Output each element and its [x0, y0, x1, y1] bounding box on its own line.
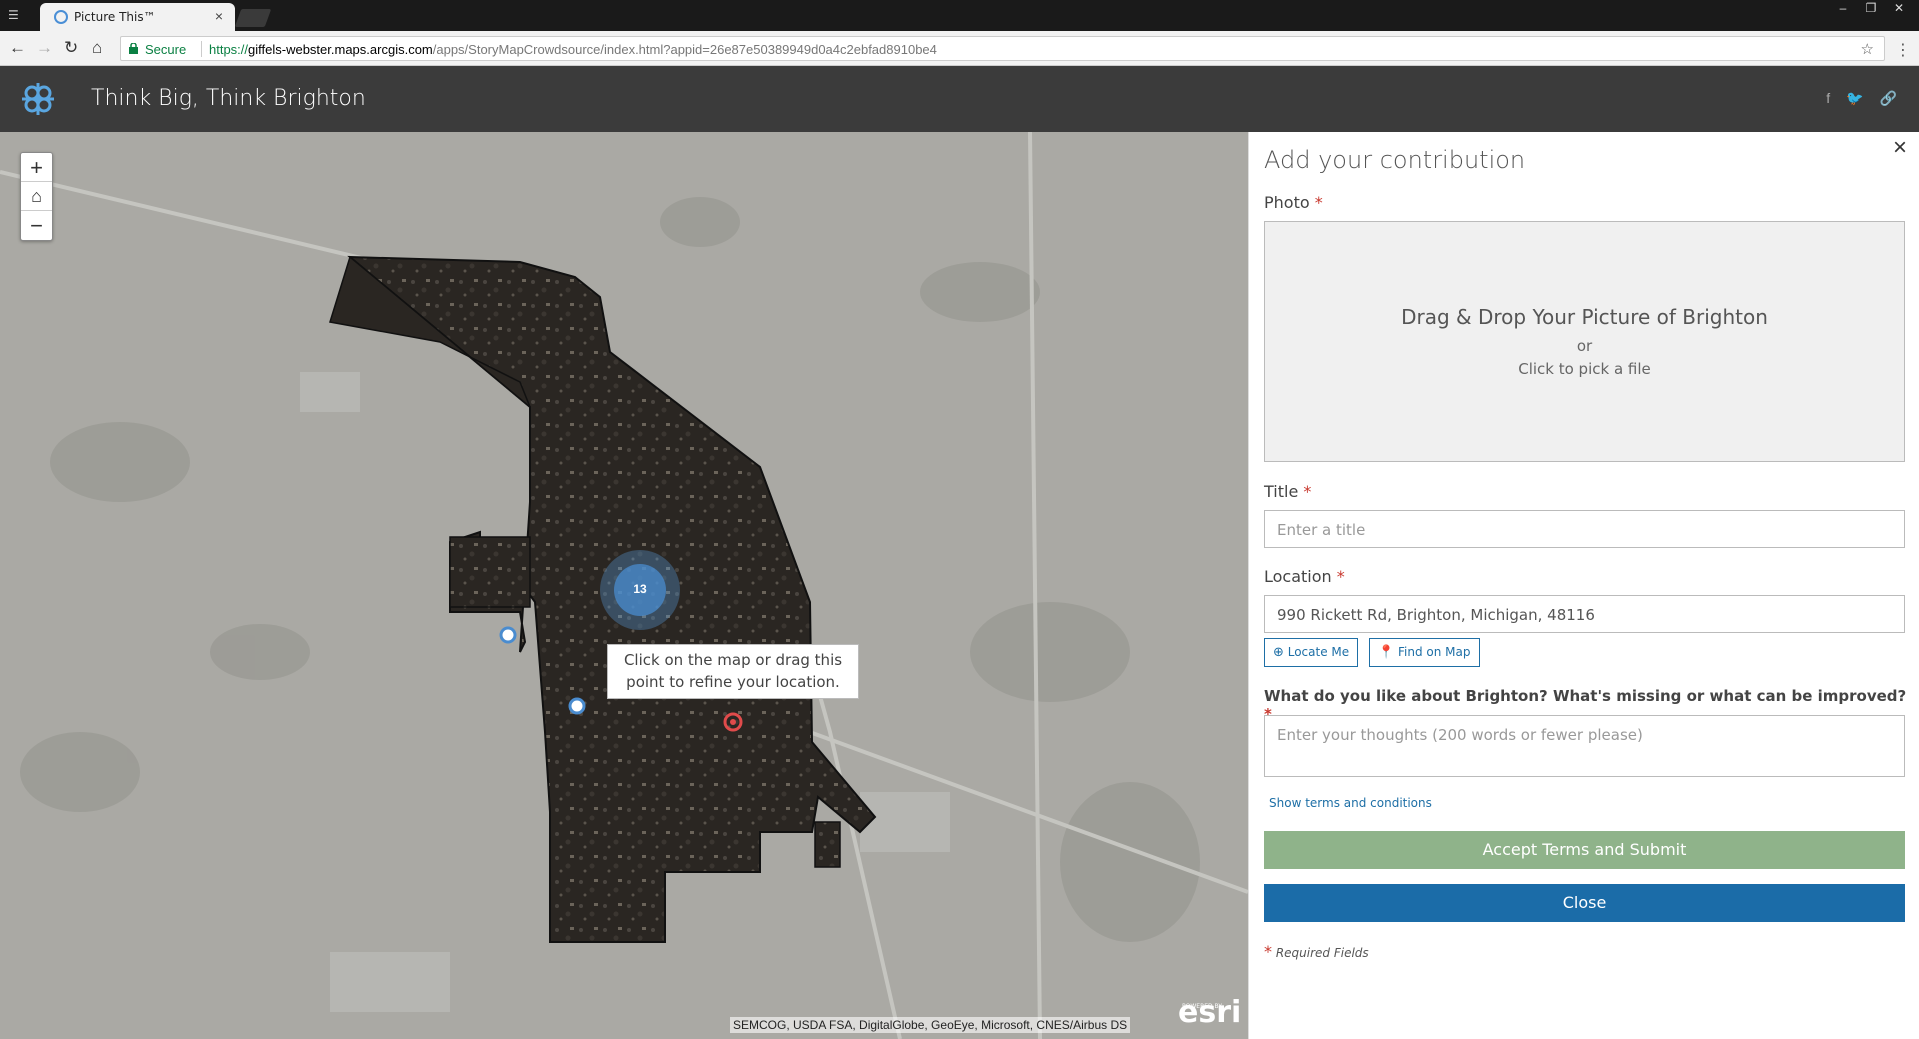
- secure-label: Secure: [145, 42, 187, 57]
- browser-tab-bar: ☰ Picture This™ × – ❐ ✕: [0, 0, 1919, 31]
- browser-tab[interactable]: Picture This™ ×: [40, 3, 235, 31]
- dropzone-main-text: Drag & Drop Your Picture of Brighton: [1401, 305, 1768, 329]
- new-tab-button[interactable]: [234, 9, 272, 27]
- photo-label: Photo: [1264, 193, 1310, 212]
- map-attribution: SEMCOG, USDA FSA, DigitalGlobe, GeoEye, …: [730, 1017, 1131, 1033]
- restore-icon[interactable]: ❐: [1857, 0, 1885, 16]
- title-input[interactable]: Enter a title: [1264, 510, 1905, 548]
- find-on-map-label: Find on Map: [1398, 645, 1471, 659]
- favicon-icon: [54, 10, 68, 24]
- reload-icon[interactable]: ↻: [64, 39, 78, 57]
- forward-icon[interactable]: →: [36, 39, 53, 57]
- find-on-map-button[interactable]: 📍 Find on Map: [1369, 638, 1480, 667]
- lock-icon: [129, 43, 138, 54]
- app-title: Think Big, Think Brighton: [91, 86, 366, 111]
- browser-toolbar: ← → ↻ ⌂ Secure https://giffels-webster.m…: [0, 31, 1919, 66]
- required-fields-label: Required Fields: [1275, 946, 1369, 960]
- photo-dropzone[interactable]: Drag & Drop Your Picture of Brighton or …: [1264, 221, 1905, 462]
- panel-title: Add your contribution: [1264, 146, 1526, 174]
- facebook-icon[interactable]: f: [1826, 90, 1830, 107]
- minimize-icon[interactable]: –: [1829, 0, 1857, 16]
- close-button[interactable]: Close: [1264, 884, 1905, 922]
- tooltip-line-1: Click on the map or drag this: [623, 651, 843, 669]
- location-label-row: Location *: [1264, 567, 1345, 586]
- map-imagery: [0, 132, 1248, 1039]
- zoom-controls: + ⌂ −: [20, 152, 53, 241]
- url-path: /apps/StoryMapCrowdsource/index.html?app…: [432, 42, 937, 57]
- address-bar[interactable]: Secure https://giffels-webster.maps.arcg…: [120, 36, 1885, 61]
- url-host: giffels-webster.maps.arcgis.com: [248, 42, 433, 57]
- location-input[interactable]: 990 Rickett Rd, Brighton, Michigan, 4811…: [1264, 595, 1905, 633]
- crosshair-icon: ⊕: [1273, 645, 1284, 660]
- zoom-out-button[interactable]: −: [21, 211, 52, 240]
- link-icon[interactable]: 🔗: [1880, 90, 1897, 107]
- zoom-in-button[interactable]: +: [21, 153, 52, 182]
- window-close-icon[interactable]: ✕: [1885, 0, 1913, 16]
- share-links: f 🐦 🔗: [1826, 90, 1897, 107]
- url-scheme: https://: [209, 42, 249, 57]
- map-view[interactable]: 13 + ⌂ − Click on the map or drag this p…: [0, 132, 1248, 1039]
- window-controls: – ❐ ✕: [1829, 0, 1913, 16]
- cluster-count[interactable]: 13: [628, 582, 652, 596]
- thoughts-textarea[interactable]: Enter your thoughts (200 words or fewer …: [1264, 715, 1905, 777]
- tab-close-icon[interactable]: ×: [215, 8, 223, 24]
- dropzone-pick-text: Click to pick a file: [1518, 360, 1651, 378]
- photo-label-row: Photo *: [1264, 193, 1323, 212]
- app-header: Think Big, Think Brighton f 🐦 🔗: [0, 66, 1919, 132]
- title-label: Title: [1264, 482, 1299, 501]
- required-asterisk: *: [1303, 482, 1312, 501]
- required-asterisk: *: [1264, 942, 1272, 961]
- tooltip-line-2: point to refine your location.: [626, 673, 840, 691]
- locate-me-label: Locate Me: [1287, 645, 1350, 659]
- required-asterisk: *: [1336, 567, 1345, 586]
- required-asterisk: *: [1314, 193, 1323, 212]
- back-icon[interactable]: ←: [9, 39, 26, 57]
- locate-me-button[interactable]: ⊕ Locate Me: [1264, 638, 1359, 667]
- url-text[interactable]: https://giffels-webster.maps.arcgis.com/…: [209, 42, 937, 57]
- terms-link[interactable]: Show terms and conditions: [1269, 796, 1432, 810]
- required-fields-note: * Required Fields: [1264, 942, 1369, 961]
- location-label: Location: [1264, 567, 1332, 586]
- home-extent-button[interactable]: ⌂: [21, 182, 52, 211]
- twitter-icon[interactable]: 🐦: [1846, 90, 1863, 107]
- esri-powered-label: POWERED BY: [1182, 1003, 1223, 1010]
- contribution-panel: × Add your contribution Photo * Drag & D…: [1248, 132, 1919, 1039]
- browser-menu-kebab-icon[interactable]: ⋮: [1895, 40, 1911, 60]
- bookmark-star-icon[interactable]: ☆: [1861, 40, 1874, 58]
- app-logo-icon: [22, 83, 54, 115]
- browser-menu-icon[interactable]: ☰: [8, 8, 19, 22]
- question-label: What do you like about Brighton? What's …: [1264, 687, 1907, 705]
- panel-close-icon[interactable]: ×: [1893, 134, 1907, 162]
- dropzone-or-text: or: [1576, 337, 1593, 355]
- map-location-tooltip: Click on the map or drag this point to r…: [607, 644, 859, 699]
- tab-title: Picture This™: [74, 10, 156, 24]
- home-icon[interactable]: ⌂: [92, 39, 102, 57]
- url-separator: [201, 41, 202, 57]
- submit-button[interactable]: Accept Terms and Submit: [1264, 831, 1905, 869]
- map-pin-icon: 📍: [1378, 645, 1395, 660]
- title-label-row: Title *: [1264, 482, 1311, 501]
- esri-logo[interactable]: POWERED BY esri: [1178, 998, 1241, 1028]
